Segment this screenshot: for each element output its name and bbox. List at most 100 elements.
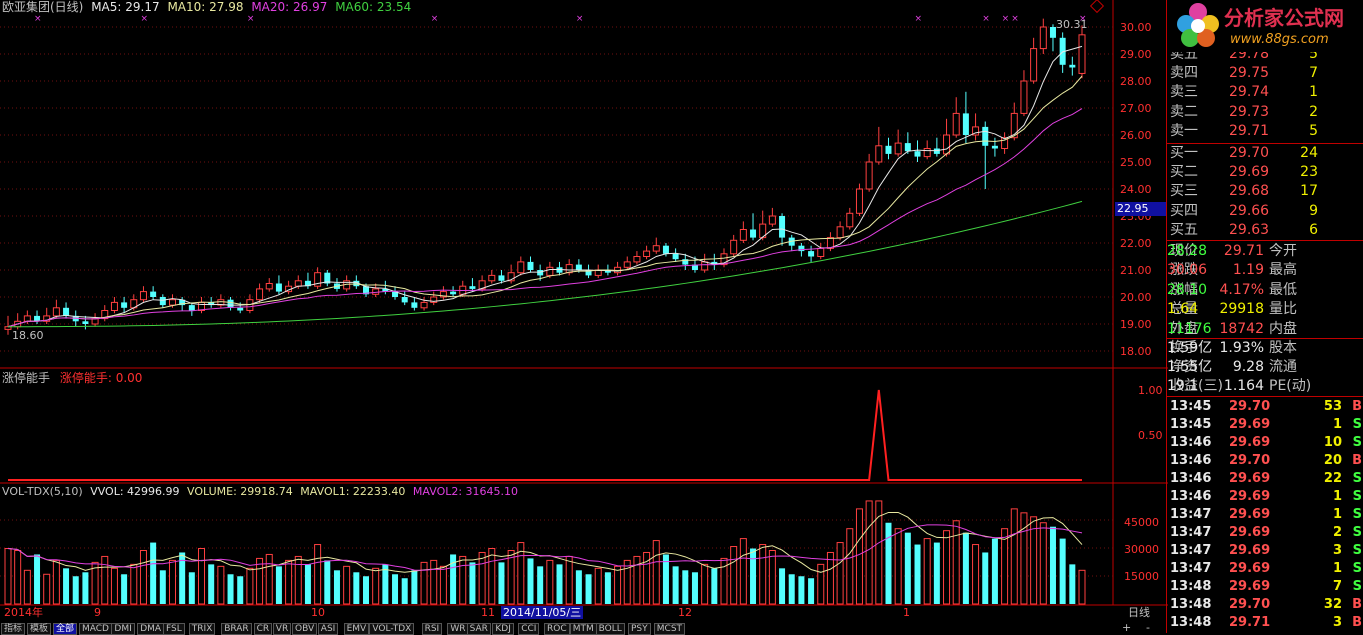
candle-body[interactable] [836, 226, 844, 239]
candle-body[interactable] [23, 315, 31, 322]
indicator-tab[interactable]: VOL-TDX [369, 623, 415, 635]
volume-bar[interactable] [294, 555, 302, 605]
volume-bar[interactable] [217, 565, 225, 605]
volume-bar[interactable] [575, 570, 582, 604]
volume-bar[interactable] [894, 528, 902, 605]
volume-bar[interactable] [904, 532, 911, 604]
volume-bar[interactable] [952, 520, 960, 605]
period-label[interactable]: 日线 [1128, 606, 1150, 619]
candle-body[interactable] [168, 299, 176, 306]
volume-bar[interactable] [991, 538, 998, 604]
candle-body[interactable] [372, 288, 380, 295]
indicator-tab[interactable]: ASI [317, 623, 339, 635]
volume-bar[interactable] [459, 555, 467, 605]
volume-bar[interactable] [779, 568, 786, 604]
candle-body[interactable] [633, 256, 641, 263]
candle-body[interactable] [275, 283, 282, 292]
candle-body[interactable] [623, 261, 631, 268]
volume-bar[interactable] [855, 508, 863, 605]
volume-bar[interactable] [546, 559, 554, 605]
candle-body[interactable] [517, 261, 525, 274]
candle-body[interactable] [34, 315, 41, 322]
volume-bar[interactable] [14, 549, 22, 605]
volume-bar[interactable] [604, 572, 611, 604]
volume-bar[interactable] [923, 538, 931, 605]
volume-bar[interactable] [478, 551, 486, 605]
candle-body[interactable] [662, 245, 669, 254]
volume-bar[interactable] [110, 567, 118, 605]
candle-body[interactable] [546, 266, 554, 276]
candle-body[interactable] [537, 270, 544, 276]
candle-body[interactable] [855, 188, 863, 214]
candle-body[interactable] [914, 151, 921, 157]
volume-bar[interactable] [933, 542, 940, 604]
candle-body[interactable] [420, 301, 428, 309]
candle-body[interactable] [894, 142, 902, 155]
volume-bar[interactable] [324, 560, 331, 604]
volume-bar[interactable] [343, 565, 351, 605]
candle-body[interactable] [952, 112, 960, 136]
volume-bar[interactable] [750, 548, 757, 604]
volume-bar[interactable] [836, 542, 844, 605]
volume-bar[interactable] [982, 552, 989, 604]
candle-body[interactable] [904, 143, 911, 152]
volume-bar[interactable] [469, 562, 476, 604]
indicator-tab[interactable]: 全部 [53, 623, 78, 635]
candle-body[interactable] [575, 264, 582, 270]
candle-body[interactable] [739, 229, 747, 241]
ask-row[interactable]: 卖四 29.75 7 [1167, 63, 1363, 82]
candle-body[interactable] [750, 229, 757, 238]
indicator-tab[interactable]: EMV [343, 623, 370, 635]
candle-body[interactable] [237, 307, 244, 311]
indicator-tab[interactable]: 模板 [27, 623, 52, 635]
volume-bar[interactable] [759, 544, 767, 605]
candle-body[interactable] [875, 145, 883, 163]
volume-bar[interactable] [430, 559, 438, 605]
candle-body[interactable] [923, 148, 931, 158]
volume-bar[interactable] [798, 576, 805, 604]
volume-bar[interactable] [43, 573, 51, 605]
volume-bar[interactable] [565, 555, 573, 605]
indicator-tab[interactable]: 指标 [1, 623, 26, 635]
volume-bar[interactable] [372, 567, 380, 605]
volume-bar[interactable] [527, 558, 534, 604]
volume-bar[interactable] [439, 565, 447, 605]
volume-bar[interactable] [623, 559, 631, 605]
candle-body[interactable] [401, 297, 408, 303]
volume-bar[interactable] [1069, 564, 1076, 604]
volume-bar[interactable] [808, 578, 815, 604]
volume-bar[interactable] [256, 557, 264, 605]
bid-row[interactable]: 买一 29.70 24 [1167, 143, 1363, 162]
ask-row[interactable]: 卖二 29.73 2 [1167, 102, 1363, 121]
bid-row[interactable]: 买二 29.69 23 [1167, 162, 1363, 181]
volume-bar[interactable] [401, 578, 408, 604]
volume-bar[interactable] [594, 567, 602, 605]
volume-bar[interactable] [198, 548, 206, 605]
volume-bar[interactable] [672, 566, 679, 604]
zoom-in-button[interactable]: + [1122, 621, 1131, 634]
candle-body[interactable] [188, 305, 195, 311]
volume-bar[interactable] [420, 561, 428, 605]
volume-bar[interactable] [614, 565, 622, 605]
bid-row[interactable]: 买四 29.66 9 [1167, 201, 1363, 220]
volume-bar[interactable] [353, 572, 360, 604]
candle-body[interactable] [1069, 64, 1076, 68]
volume-bar[interactable] [285, 559, 293, 605]
volume-bar[interactable] [739, 538, 747, 605]
indicator-tab[interactable]: FSL [163, 623, 185, 635]
candle-body[interactable] [672, 253, 679, 260]
indicator-tab[interactable]: DMI [111, 623, 135, 635]
volume-bar[interactable] [139, 549, 147, 605]
candle-body[interactable] [701, 261, 709, 271]
candle-body[interactable] [962, 113, 969, 135]
volume-bar[interactable] [962, 532, 969, 604]
volume-bar[interactable] [730, 546, 738, 605]
volume-bar[interactable] [314, 544, 322, 605]
volume-bar[interactable] [556, 564, 563, 604]
volume-bar[interactable] [1049, 526, 1056, 604]
indicator-tab[interactable]: MCST [653, 623, 686, 635]
volume-bar[interactable] [63, 568, 70, 604]
candle-body[interactable] [885, 145, 892, 154]
indicator-tab[interactable]: BRAR [221, 623, 252, 635]
candle-body[interactable] [450, 291, 457, 295]
